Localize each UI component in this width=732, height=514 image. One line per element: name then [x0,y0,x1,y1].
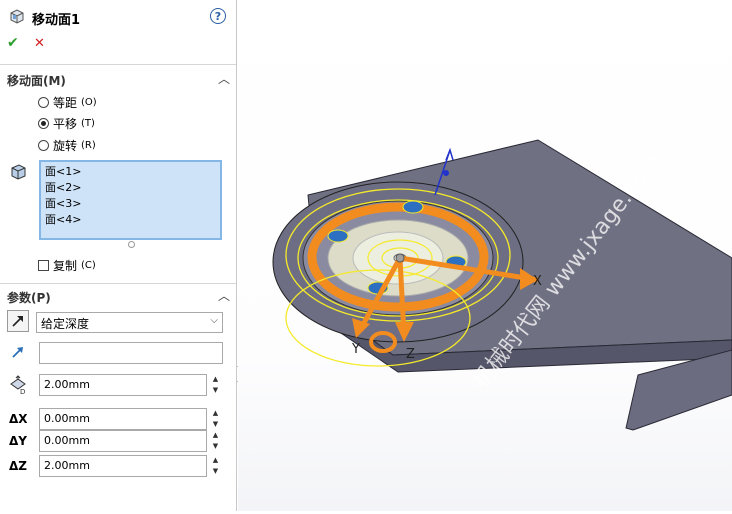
delta-y-label: ΔY [9,434,27,448]
delta-y-input[interactable]: 0.00mm [39,430,207,452]
svg-text:D: D [20,388,25,395]
reference-point [443,170,449,176]
list-item[interactable]: 面<4> [45,212,216,228]
radio-rotate[interactable]: 旋转 (R) [38,137,96,154]
radio-shortcut: (R) [81,140,96,151]
checkbox-label: 复制 [53,259,78,273]
hole[interactable] [327,229,349,243]
list-item[interactable]: 面<3> [45,196,216,212]
graphics-viewport[interactable]: X Y Z 机械时代网 www.jxage.com [238,0,732,511]
divider [0,283,236,284]
delta-z-input[interactable]: 2.00mm [39,455,207,477]
radio-circle-selected[interactable] [38,118,49,129]
end-condition-value: 给定深度 [41,317,90,331]
property-manager-panel: 移动面1 ? ✔ ✕ 移动面(M) ︿ 等距 (O) 平移 (T) 旋转 (R) 面<… [0,0,237,511]
radio-circle[interactable] [38,97,49,108]
reverse-direction-icon[interactable] [7,310,29,332]
direction-reference-field[interactable] [39,342,223,364]
list-item[interactable]: 面<1> [45,164,216,180]
radio-label: 等距 [53,96,78,110]
radio-shortcut: (O) [81,97,97,108]
direction-arrow-icon [11,345,25,359]
checkbox-shortcut: (C) [81,260,96,271]
delta-z-label: ΔZ [9,459,27,473]
radio-offset[interactable]: 等距 (O) [38,94,97,111]
radio-translate[interactable]: 平移 (T) [38,115,95,132]
distance-icon: D [8,375,30,395]
collapse-chevron-icon[interactable]: ︿ [218,70,230,87]
delta-y-spinner[interactable]: ▲ ▼ [210,430,221,452]
cancel-button[interactable]: ✕ [34,36,45,51]
copy-checkbox[interactable]: 复制 (C) [38,257,96,274]
delta-x-label: ΔX [9,412,28,426]
panel-title: 移动面1 [32,13,81,28]
radio-label: 平移 [53,117,78,131]
distance-input[interactable]: 2.00mm [39,374,207,396]
list-item[interactable]: 面<2> [45,180,216,196]
delta-x-input[interactable]: 0.00mm [39,408,207,430]
end-condition-select[interactable]: 给定深度 ⌵ [36,312,223,333]
triad-origin[interactable] [395,253,405,263]
model-view[interactable]: X Y Z 机械时代网 www.jxage.com [238,0,732,511]
help-icon[interactable]: ? [210,8,226,24]
triad-z-label: Z [406,347,415,362]
radio-label: 旋转 [53,139,78,153]
distance-spinner[interactable]: ▲ ▼ [210,374,221,396]
move-face-group-header: 移动面(M) [7,74,66,88]
reference-direction-arrow-icon [445,147,454,161]
face-selection-icon [9,163,27,181]
divider [0,64,236,65]
ok-button[interactable]: ✔ [7,35,19,51]
triad-y-label: Y [351,342,360,357]
faces-selection-list[interactable]: 面<1> 面<2> 面<3> 面<4> [39,160,222,240]
radio-circle[interactable] [38,140,49,151]
parameters-group-header: 参数(P) [7,291,51,305]
delta-x-spinner[interactable]: ▲ ▼ [210,408,221,430]
delta-z-spinner[interactable]: ▲ ▼ [210,455,221,477]
collapse-chevron-icon[interactable]: ︿ [218,287,230,304]
hole[interactable] [402,200,424,214]
checkbox-box[interactable] [38,260,49,271]
resize-handle-icon[interactable] [128,241,135,248]
radio-shortcut: (T) [81,118,95,129]
move-face-feature-icon [8,7,26,25]
chevron-down-icon[interactable]: ⌵ [210,315,218,326]
